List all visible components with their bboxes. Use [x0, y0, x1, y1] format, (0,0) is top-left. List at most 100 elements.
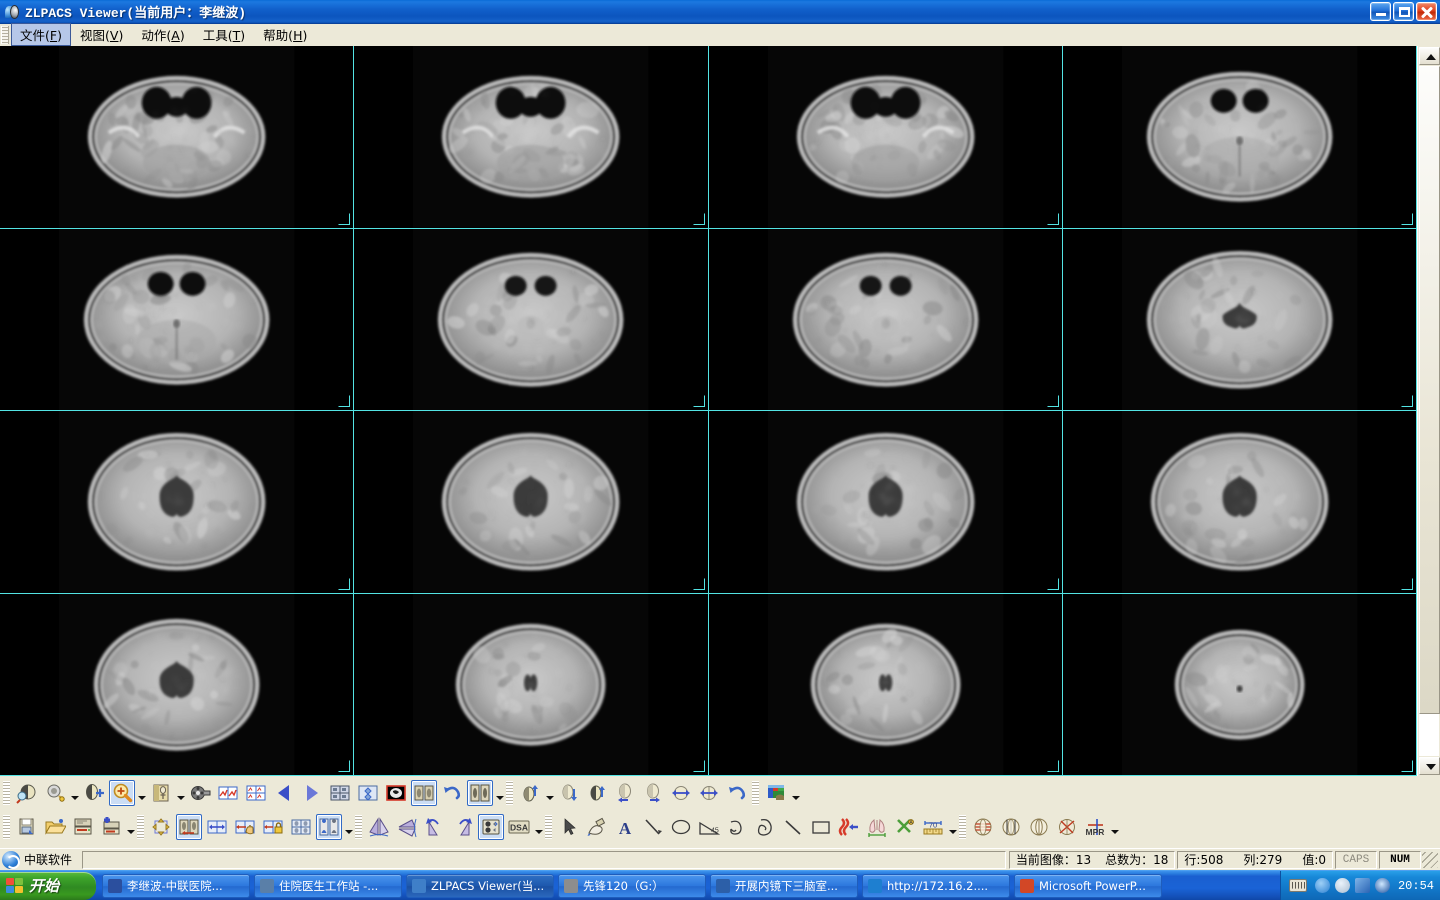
toolbar-separator[interactable] [959, 815, 966, 839]
lock-pane-tool[interactable] [260, 814, 286, 840]
select-tool[interactable] [148, 814, 174, 840]
cine-play-tool[interactable] [187, 780, 213, 806]
network-icon[interactable] [1354, 878, 1370, 893]
pan-horizontal-tool[interactable] [668, 780, 694, 806]
flip-vertical-tool[interactable] [584, 780, 610, 806]
ellipse-roi-tool[interactable] [668, 814, 694, 840]
toolbar-separator[interactable] [137, 815, 144, 839]
image-cell-3[interactable] [708, 46, 1063, 229]
close-button[interactable] [1416, 2, 1437, 21]
menu-tools[interactable]: 工具(T) [194, 23, 254, 46]
pointer-tool[interactable] [556, 814, 582, 840]
image-cell-8[interactable] [1062, 228, 1417, 411]
shift-right-tool[interactable] [640, 780, 666, 806]
image-cell-16[interactable] [1062, 593, 1417, 776]
image-cell-1[interactable] [0, 46, 355, 229]
flip-up-tool-dropdown[interactable] [544, 780, 555, 806]
window-level-tool[interactable] [14, 780, 40, 806]
save-study-button[interactable] [14, 814, 40, 840]
ruler-tool-dropdown[interactable] [947, 814, 958, 840]
viewer-scrollbar[interactable] [1417, 46, 1440, 776]
reference-tool[interactable] [411, 780, 437, 806]
tray-clock[interactable]: 20:54 [1398, 879, 1434, 893]
menu-file[interactable]: 文件(F) [11, 23, 71, 46]
stack-pair-tool-dropdown[interactable] [494, 780, 505, 806]
freehand-draw-tool[interactable] [584, 814, 610, 840]
image-grid[interactable] [0, 46, 1417, 776]
curve-roi-tool[interactable] [724, 814, 750, 840]
taskbar-item-zlpacs-viewer[interactable]: ZLPACS Viewer(当... [406, 873, 554, 898]
toolbar-separator[interactable] [752, 781, 759, 805]
next-image-button[interactable] [299, 780, 325, 806]
compare-4-tool[interactable] [243, 780, 269, 806]
color-map-tool-dropdown[interactable] [790, 780, 801, 806]
hand-pan-tool[interactable] [232, 814, 258, 840]
patient-compare-tool[interactable] [316, 814, 342, 840]
shift-left-tool[interactable] [612, 780, 638, 806]
dsa-tool-dropdown[interactable] [533, 814, 544, 840]
protection-icon[interactable] [1334, 878, 1350, 893]
layout-grid-tool[interactable] [327, 780, 353, 806]
layout-tile-tool[interactable] [355, 780, 381, 806]
image-cell-13[interactable] [0, 593, 355, 776]
zoom-tool-dropdown[interactable] [136, 780, 147, 806]
link-scroll-tool[interactable] [204, 814, 230, 840]
taskbar-item-patient-record[interactable]: 李继波-中联医院... [102, 873, 250, 898]
archive-button[interactable] [70, 814, 96, 840]
line-measure-tool[interactable] [640, 814, 666, 840]
flip-up-tool[interactable] [517, 780, 543, 806]
add-server-button-dropdown[interactable] [125, 814, 136, 840]
polygon-roi-tool[interactable] [752, 814, 778, 840]
mirror-horizontal-tool[interactable] [366, 814, 392, 840]
taskbar-item-doctor-workstation[interactable]: 住院医生工作站 -... [254, 873, 402, 898]
maximize-button[interactable] [1393, 2, 1414, 21]
menu-view[interactable]: 视图(V) [71, 23, 132, 46]
start-button[interactable]: 开始 [0, 871, 96, 900]
image-cell-9[interactable] [0, 411, 355, 594]
mpr-button[interactable]: MPR [1082, 814, 1108, 840]
expand-horizontal-tool[interactable] [696, 780, 722, 806]
mpr-axial-tool[interactable] [970, 814, 996, 840]
toolbar-separator[interactable] [545, 815, 552, 839]
image-cell-14[interactable] [354, 593, 709, 776]
sync-images-tool[interactable] [176, 814, 202, 840]
patient-compare-tool-dropdown[interactable] [343, 814, 354, 840]
dsa-tool[interactable]: DSA [506, 814, 532, 840]
undo-action-button[interactable] [439, 780, 465, 806]
minimize-button[interactable] [1370, 2, 1391, 21]
image-cell-11[interactable] [708, 411, 1063, 594]
brightness-tool[interactable] [42, 780, 68, 806]
mpr-coronal-tool[interactable] [998, 814, 1024, 840]
rectangle-roi-tool[interactable] [808, 814, 834, 840]
rotate-cw-tool[interactable] [450, 814, 476, 840]
scroll-down-arrow[interactable] [1419, 757, 1440, 775]
lung-measure-tool[interactable] [864, 814, 890, 840]
subtraction-tool[interactable] [478, 814, 504, 840]
image-cell-15[interactable] [708, 593, 1063, 776]
preset-window-tool-dropdown[interactable] [175, 780, 186, 806]
preset-window-tool[interactable] [148, 780, 174, 806]
image-cell-2[interactable] [354, 46, 709, 229]
taskbar-item-drive-g[interactable]: 先锋120（G:） [558, 873, 706, 898]
add-server-button[interactable] [98, 814, 124, 840]
ruler-tool[interactable]: 70 [920, 814, 946, 840]
brightness-tool-dropdown[interactable] [69, 780, 80, 806]
taskbar-item-powerpoint[interactable]: Microsoft PowerP... [1014, 873, 1162, 898]
flip-down-tool[interactable] [556, 780, 582, 806]
taskbar-item-browser[interactable]: http://172.16.2.... [862, 873, 1010, 898]
thumbnail-grid-tool[interactable] [288, 814, 314, 840]
stack-pair-tool[interactable] [467, 780, 493, 806]
scroll-thumb[interactable] [1419, 66, 1440, 714]
scroll-up-arrow[interactable] [1419, 47, 1440, 65]
mirror-vertical-tool[interactable] [394, 814, 420, 840]
menu-gripper[interactable] [1, 25, 9, 44]
image-cell-10[interactable] [354, 411, 709, 594]
delete-annotation-tool[interactable]: A [892, 814, 918, 840]
toolbar-gripper[interactable] [3, 815, 10, 839]
language-bar-icon[interactable] [1288, 879, 1307, 892]
menu-help[interactable]: 帮助(H) [254, 23, 316, 46]
mpr-oblique-tool[interactable] [1054, 814, 1080, 840]
show-hidden-icons-icon[interactable] [1314, 878, 1330, 893]
previous-image-button[interactable] [271, 780, 297, 806]
toolbar-gripper[interactable] [3, 781, 10, 805]
